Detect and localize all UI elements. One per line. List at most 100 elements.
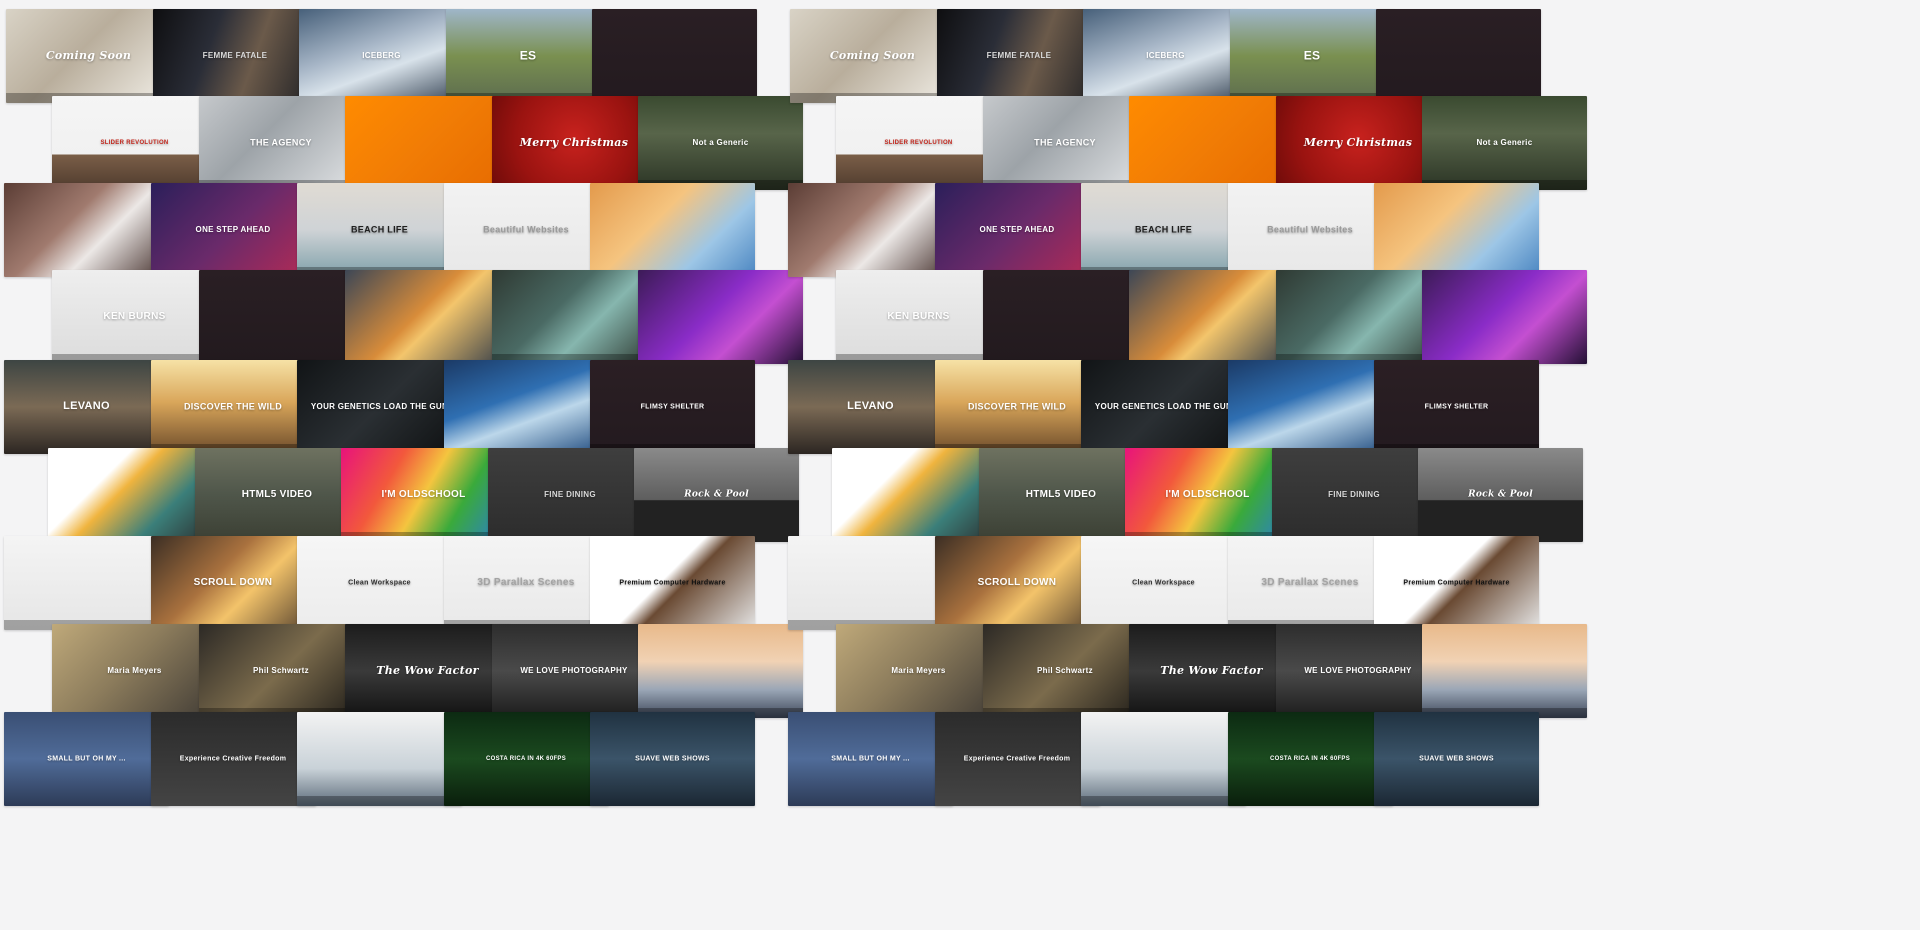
right-tile-35[interactable]: Premium Computer Hardware [1374,536,1539,630]
right-tile-34[interactable]: 3D Parallax Scenes [1227,536,1393,630]
right-tile-24[interactable] [1227,360,1393,454]
tile-title: SMALL BUT OH MY ... [47,755,126,763]
left-tile-35[interactable]: Premium Computer Hardware [590,536,755,630]
left-tile-7[interactable]: THE AGENCY [198,96,364,190]
tile-title: 3D Parallax Scenes [477,576,575,588]
left-tile-14[interactable]: Beautiful Websites [443,183,609,277]
left-tile-17[interactable] [198,270,364,364]
right-tile-37[interactable]: Phil Schwartz [982,624,1148,718]
right-tile-5[interactable] [1376,9,1541,103]
left-tile-40[interactable] [638,624,803,718]
right-tile-43[interactable] [1081,712,1246,806]
right-tile-41[interactable]: SMALL BUT OH MY ... [788,712,953,806]
right-tile-40[interactable] [1422,624,1587,718]
right-tile-31[interactable] [788,536,953,630]
slider-gallery-wall: Coming Soon FEMME FATALE ICEBERG ES SLIDER R… [0,0,1920,930]
right-tile-9[interactable]: Merry Christmas [1275,96,1441,190]
right-tile-30[interactable]: Rock & Pool [1418,448,1583,542]
right-tile-7[interactable]: THE AGENCY [982,96,1148,190]
right-tile-45[interactable]: SUAVE WEB SHOWS [1374,712,1539,806]
right-tile-8[interactable] [1129,96,1294,190]
right-tile-13[interactable]: BEACH LIFE [1081,183,1246,277]
left-tile-45[interactable]: SUAVE WEB SHOWS [590,712,755,806]
left-tile-39[interactable]: WE LOVE PHOTOGRAPHY [491,624,657,718]
right-tile-25[interactable]: FLIMSY SHELTER [1374,360,1539,454]
left-tile-3[interactable]: ICEBERG [299,9,464,103]
right-tile-14[interactable]: Beautiful Websites [1227,183,1393,277]
left-tile-12[interactable]: ONE STEP AHEAD [150,183,316,277]
left-tile-28[interactable]: I'M OLDSCHOOL [341,448,506,542]
right-tile-39[interactable]: WE LOVE PHOTOGRAPHY [1275,624,1441,718]
tile-title: Premium Computer Hardware [619,579,726,587]
right-tile-22[interactable]: DISCOVER THE WILD [934,360,1100,454]
left-tile-4[interactable]: ES [445,9,611,103]
right-tile-32[interactable]: SCROLL DOWN [934,536,1100,630]
left-tile-41[interactable]: SMALL BUT OH MY ... [4,712,169,806]
right-tile-27[interactable]: HTML5 VIDEO [978,448,1144,542]
right-tile-17[interactable] [982,270,1148,364]
tile-title: FINE DINING [544,489,596,499]
left-tile-43[interactable] [297,712,462,806]
left-tile-36[interactable]: Maria Meyers [52,624,217,718]
right-tile-23[interactable]: YOUR GENETICS LOAD THE GUN [1081,360,1246,454]
left-tile-15[interactable] [590,183,755,277]
left-tile-8[interactable] [345,96,510,190]
left-tile-25[interactable]: FLIMSY SHELTER [590,360,755,454]
right-tile-4[interactable]: ES [1229,9,1395,103]
tile-title: BEACH LIFE [351,224,408,235]
right-tile-15[interactable] [1374,183,1539,277]
tile-title: FLIMSY SHELTER [640,403,705,411]
left-tile-13[interactable]: BEACH LIFE [297,183,462,277]
right-tile-28[interactable]: I'M OLDSCHOOL [1125,448,1290,542]
left-tile-32[interactable]: SCROLL DOWN [150,536,316,630]
left-tile-44[interactable]: COSTA RICA IN 4K 60FPS [443,712,609,806]
right-tile-2[interactable]: FEMME FATALE [936,9,1102,103]
right-tile-26[interactable] [832,448,997,542]
right-tile-42[interactable]: Experience Creative Freedom [934,712,1100,806]
left-tile-34[interactable]: 3D Parallax Scenes [443,536,609,630]
left-tile-10[interactable]: Not a Generic [638,96,803,190]
right-tile-12[interactable]: ONE STEP AHEAD [934,183,1100,277]
left-tile-1[interactable]: Coming Soon [6,9,171,103]
left-tile-11[interactable] [4,183,169,277]
right-tile-19[interactable] [1275,270,1441,364]
right-tile-16[interactable]: KEN BURNS [836,270,1001,364]
left-tile-18[interactable] [345,270,510,364]
left-tile-5[interactable] [592,9,757,103]
left-tile-31[interactable] [4,536,169,630]
left-tile-22[interactable]: DISCOVER THE WILD [150,360,316,454]
right-tile-3[interactable]: ICEBERG [1083,9,1248,103]
right-tile-36[interactable]: Maria Meyers [836,624,1001,718]
left-tile-30[interactable]: Rock & Pool [634,448,799,542]
tile-title: SLIDER REVOLUTION [100,139,169,146]
left-tile-24[interactable] [443,360,609,454]
right-tile-11[interactable] [788,183,953,277]
gallery-right: Coming Soon FEMME FATALE ICEBERG ES SLIDER R… [784,0,1744,930]
left-tile-27[interactable]: HTML5 VIDEO [194,448,360,542]
right-tile-1[interactable]: Coming Soon [790,9,955,103]
right-tile-18[interactable] [1129,270,1294,364]
right-tile-38[interactable]: The Wow Factor [1129,624,1294,718]
left-tile-2[interactable]: FEMME FATALE [152,9,318,103]
right-tile-44[interactable]: COSTA RICA IN 4K 60FPS [1227,712,1393,806]
left-tile-42[interactable]: Experience Creative Freedom [150,712,316,806]
right-tile-29[interactable]: FINE DINING [1271,448,1437,542]
right-tile-20[interactable] [1422,270,1587,364]
left-tile-38[interactable]: The Wow Factor [345,624,510,718]
right-tile-21[interactable]: LEVANO [788,360,953,454]
left-tile-21[interactable]: LEVANO [4,360,169,454]
left-tile-9[interactable]: Merry Christmas [491,96,657,190]
left-tile-29[interactable]: FINE DINING [487,448,653,542]
left-tile-19[interactable] [491,270,657,364]
left-tile-6[interactable]: SLIDER REVOLUTION [52,96,217,190]
left-tile-33[interactable]: Clean Workspace [297,536,462,630]
right-tile-6[interactable]: SLIDER REVOLUTION [836,96,1001,190]
left-tile-37[interactable]: Phil Schwartz [198,624,364,718]
slider-nav-bar [1081,796,1246,806]
left-tile-16[interactable]: KEN BURNS [52,270,217,364]
left-tile-20[interactable] [638,270,803,364]
right-tile-10[interactable]: Not a Generic [1422,96,1587,190]
right-tile-33[interactable]: Clean Workspace [1081,536,1246,630]
left-tile-23[interactable]: YOUR GENETICS LOAD THE GUN [297,360,462,454]
left-tile-26[interactable] [48,448,213,542]
